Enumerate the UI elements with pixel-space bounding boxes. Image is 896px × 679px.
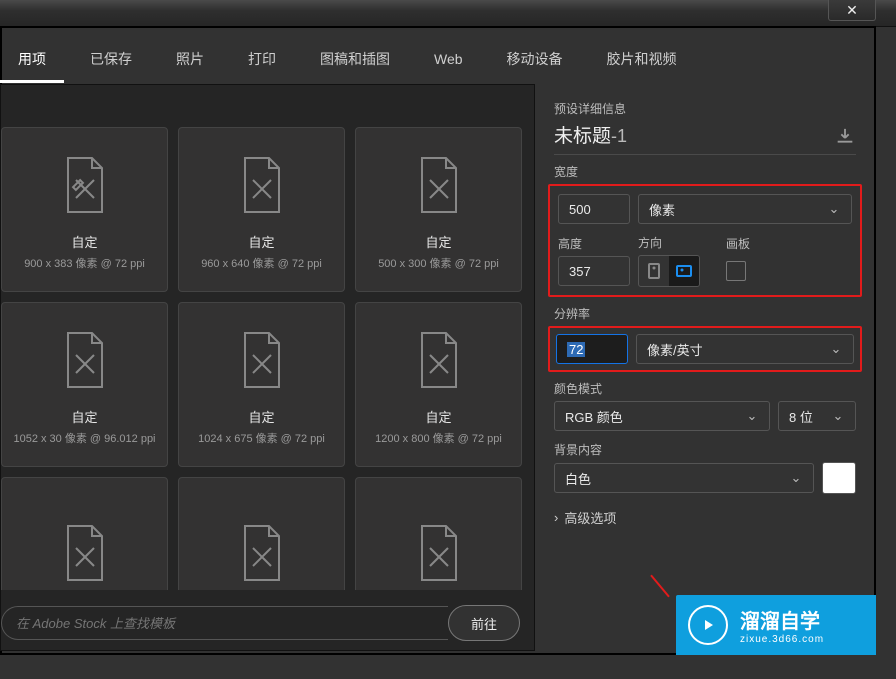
orientation-landscape[interactable] (669, 256, 699, 286)
chevron-down-icon: ⌄ (829, 341, 843, 357)
advanced-options-label: 高级选项 (564, 508, 616, 527)
tab-recent[interactable]: 用项 (0, 37, 64, 83)
dimension-group-highlight: 500 像素 ⌄ 高度 357 方向 (548, 184, 862, 297)
color-mode-value: RGB 颜色 (565, 407, 623, 426)
watermark-subtitle: zixue.3d66.com (740, 634, 824, 645)
dialog-body: 自定 900 x 383 像素 @ 72 ppi 自定 960 x 640 像素… (0, 84, 896, 651)
preset-grid: 自定 900 x 383 像素 @ 72 ppi 自定 960 x 640 像素… (1, 127, 534, 590)
chevron-down-icon: ⌄ (789, 470, 803, 486)
document-icon (239, 524, 285, 582)
preset-meta: 500 x 300 像素 @ 72 ppi (378, 255, 499, 271)
preset-card-3[interactable]: 自定 1052 x 30 像素 @ 96.012 ppi (1, 302, 168, 467)
watermark-badge: 溜溜自学 zixue.3d66.com (676, 595, 876, 655)
watermark-title: 溜溜自学 (740, 605, 824, 634)
bit-depth-value: 8 位 (789, 407, 813, 426)
document-name-suffix: -1 (611, 126, 627, 146)
background-color-swatch[interactable] (822, 462, 856, 494)
width-input[interactable]: 500 (558, 194, 630, 224)
preset-card-4[interactable]: 自定 1024 x 675 像素 @ 72 ppi (178, 302, 345, 467)
new-document-dialog: ✕ 用项 已保存 照片 打印 图稿和插图 Web 移动设备 胶片和视频 (0, 0, 896, 679)
preset-card-6[interactable] (1, 477, 168, 590)
preset-name: 自定 (425, 232, 451, 251)
document-icon (416, 524, 462, 582)
preset-card-5[interactable]: 自定 1200 x 800 像素 @ 72 ppi (355, 302, 522, 467)
advanced-options-toggle[interactable]: › 高级选项 (554, 508, 856, 527)
tab-mobile[interactable]: 移动设备 (489, 37, 581, 83)
window-close-button[interactable]: ✕ (828, 0, 876, 21)
color-mode-dropdown[interactable]: RGB 颜色 ⌄ (554, 401, 770, 431)
height-input[interactable]: 357 (558, 256, 630, 286)
artboard-checkbox[interactable] (726, 261, 746, 281)
preset-name: 自定 (248, 407, 274, 426)
preset-card-2[interactable]: 自定 500 x 300 像素 @ 72 ppi (355, 127, 522, 292)
category-tabs: 用项 已保存 照片 打印 图稿和插图 Web 移动设备 胶片和视频 (0, 36, 896, 84)
preset-panel: 自定 900 x 383 像素 @ 72 ppi 自定 960 x 640 像素… (0, 84, 535, 651)
tab-saved[interactable]: 已保存 (72, 37, 150, 83)
preset-detail-panel: 预设详细信息 未标题-1 宽度 500 像素 ⌄ (536, 84, 874, 651)
stock-search-footer: 前往 (1, 602, 520, 644)
tab-film[interactable]: 胶片和视频 (589, 37, 695, 83)
save-preset-icon[interactable] (834, 127, 856, 143)
preset-card-1[interactable]: 自定 960 x 640 像素 @ 72 ppi (178, 127, 345, 292)
resolution-label: 分辨率 (554, 305, 856, 322)
document-icon (62, 524, 108, 582)
preset-meta: 900 x 383 像素 @ 72 ppi (24, 255, 145, 271)
resolution-unit-value: 像素/英寸 (647, 340, 703, 359)
document-icon (239, 331, 285, 389)
document-icon (239, 156, 285, 214)
document-icon (62, 156, 108, 214)
preset-meta: 1200 x 800 像素 @ 72 ppi (375, 430, 502, 446)
play-icon (688, 605, 728, 645)
artboard-label: 画板 (726, 235, 750, 252)
preset-detail-heading: 预设详细信息 (554, 100, 856, 117)
preset-name: 自定 (71, 232, 97, 251)
document-name-main: 未标题 (554, 126, 611, 147)
background-label: 背景内容 (554, 441, 856, 458)
preset-card-7[interactable] (178, 477, 345, 590)
close-icon: ✕ (846, 2, 858, 19)
color-mode-label: 颜色模式 (554, 380, 856, 397)
chevron-right-icon: › (554, 510, 558, 525)
stock-go-button[interactable]: 前往 (448, 605, 520, 641)
resolution-value: 72 (567, 342, 585, 357)
preset-name: 自定 (71, 407, 97, 426)
chevron-down-icon: ⌄ (831, 408, 845, 424)
orientation-label: 方向 (638, 234, 700, 251)
preset-meta: 1024 x 675 像素 @ 72 ppi (198, 430, 325, 446)
document-icon (416, 156, 462, 214)
document-name-row: 未标题-1 (554, 117, 856, 155)
width-label: 宽度 (554, 163, 856, 180)
resolution-group-highlight: 72 像素/英寸 ⌄ (548, 326, 862, 372)
orientation-toggle (638, 255, 700, 287)
tab-photo[interactable]: 照片 (158, 37, 222, 83)
background-value: 白色 (565, 469, 591, 488)
tab-web[interactable]: Web (416, 39, 481, 81)
orientation-portrait[interactable] (639, 256, 669, 286)
document-name-input[interactable]: 未标题-1 (554, 121, 834, 148)
resolution-unit-dropdown[interactable]: 像素/英寸 ⌄ (636, 334, 854, 364)
preset-meta: 1052 x 30 像素 @ 96.012 ppi (13, 430, 155, 446)
tab-print[interactable]: 打印 (230, 37, 294, 83)
preset-name: 自定 (425, 407, 451, 426)
stock-search-input[interactable] (1, 606, 448, 640)
window-titlebar (0, 0, 896, 27)
chevron-down-icon: ⌄ (745, 408, 759, 424)
preset-card-8[interactable] (355, 477, 522, 590)
bit-depth-dropdown[interactable]: 8 位 ⌄ (778, 401, 856, 431)
width-unit-dropdown[interactable]: 像素 ⌄ (638, 194, 852, 224)
resolution-input[interactable]: 72 (556, 334, 628, 364)
preset-name: 自定 (248, 232, 274, 251)
tab-art[interactable]: 图稿和插图 (302, 37, 408, 83)
document-icon (62, 331, 108, 389)
background-dropdown[interactable]: 白色 ⌄ (554, 463, 814, 493)
preset-card-0[interactable]: 自定 900 x 383 像素 @ 72 ppi (1, 127, 168, 292)
document-icon (416, 331, 462, 389)
chevron-down-icon: ⌄ (827, 201, 841, 217)
width-unit-value: 像素 (649, 200, 675, 219)
preset-meta: 960 x 640 像素 @ 72 ppi (201, 255, 322, 271)
height-label: 高度 (558, 235, 630, 252)
